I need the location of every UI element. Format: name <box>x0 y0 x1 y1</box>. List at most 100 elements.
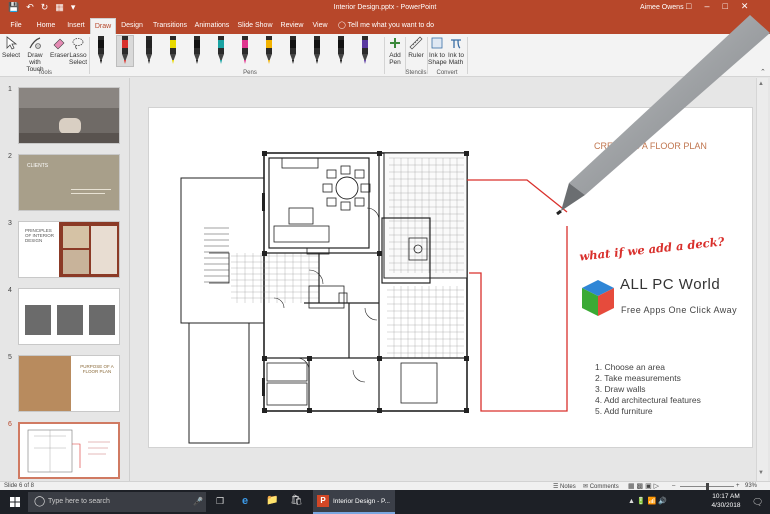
close-icon[interactable]: ✕ <box>741 1 749 12</box>
view-buttons[interactable]: ▦ ▩ ▣ ▷ <box>628 482 659 490</box>
list-item: 3. Draw walls <box>595 384 646 394</box>
powerpoint-icon: P <box>317 495 329 507</box>
notes-button[interactable]: ☰ Notes <box>553 483 576 490</box>
add-pen-label: Add Pen <box>389 52 401 66</box>
slide-thumbnail-2[interactable]: CLIENTS <box>18 154 120 211</box>
select-button[interactable]: Select <box>2 36 20 59</box>
file-explorer-icon[interactable]: 📁 <box>266 495 278 506</box>
pen-12-icon[interactable] <box>357 36 373 66</box>
zoom-slider-thumb[interactable] <box>706 483 709 490</box>
pen-6-icon[interactable] <box>213 36 229 66</box>
scroll-up-icon[interactable]: ▲ <box>758 81 764 87</box>
slide-thumbnail-3[interactable]: PRINCIPLES OF INTERIOR DESIGN <box>18 221 120 278</box>
slide-thumbnail-4[interactable] <box>18 288 120 345</box>
slide-number: 6 <box>8 421 12 428</box>
tab-review[interactable]: Review <box>278 18 306 34</box>
pen-2-icon[interactable] <box>116 35 134 67</box>
ink-to-shape-label: Ink to Shape <box>428 52 447 66</box>
ribbon-display-icon[interactable]: □ <box>686 1 691 12</box>
tab-design[interactable]: Design <box>118 18 146 34</box>
thumb-figure <box>59 118 81 134</box>
watermark-brand: ALL PC World <box>620 276 721 293</box>
thumb-title: CLIENTS <box>27 163 49 169</box>
slide-thumbnail-5[interactable]: PURPOSE OF A FLOOR PLAN <box>18 355 120 412</box>
touch-draw-icon <box>29 37 41 49</box>
ink-to-math-button[interactable]: Ink to Math <box>447 36 465 66</box>
action-center-icon[interactable]: 🗨 <box>752 497 763 508</box>
tab-insert[interactable]: Insert <box>62 18 90 34</box>
lasso-icon <box>72 38 84 50</box>
zoom-level[interactable]: 93% <box>745 483 757 489</box>
ribbon-separator <box>89 37 90 74</box>
ink-to-math-label: Ink to Math <box>448 52 464 66</box>
taskbar-app-powerpoint[interactable]: P Interior Design - P... <box>313 490 395 514</box>
list-item: 1. Choose an area <box>595 362 665 372</box>
slide-number: 3 <box>8 220 12 227</box>
cursor-icon <box>6 36 18 50</box>
thumb-photo <box>19 356 71 411</box>
list-item: 5. Add furniture <box>595 406 653 416</box>
comments-button[interactable]: ✉ Comments <box>583 483 619 490</box>
pen-5-icon[interactable] <box>189 36 205 66</box>
lasso-select-button[interactable]: Lasso Select <box>69 36 87 66</box>
slide-thumbnail-6[interactable] <box>18 422 120 479</box>
scroll-down-icon[interactable]: ▼ <box>758 470 764 476</box>
pen-1-icon[interactable] <box>93 36 109 66</box>
pen-11-icon[interactable] <box>333 36 349 66</box>
thumb-block <box>57 305 83 335</box>
task-view-icon[interactable]: ❐ <box>216 496 224 507</box>
tab-animations[interactable]: Animations <box>192 18 232 34</box>
ribbon-separator <box>384 37 385 74</box>
tools-group-label: Tools <box>37 70 52 76</box>
tab-slide-show[interactable]: Slide Show <box>235 18 275 34</box>
lightbulb-icon: ◯ <box>338 22 346 29</box>
ruler-button[interactable]: Ruler <box>407 36 425 59</box>
vertical-scrollbar[interactable]: ▲ ▼ <box>756 78 768 481</box>
tab-file[interactable]: File <box>4 18 28 34</box>
windows-start-icon[interactable] <box>10 497 20 507</box>
user-name[interactable]: Aimee Owens <box>640 4 684 11</box>
steps-list: 1. Choose an area 2. Take measurements 3… <box>595 362 701 417</box>
tab-home[interactable]: Home <box>32 18 60 34</box>
tab-view[interactable]: View <box>308 18 332 34</box>
tell-me-search[interactable]: ◯ Tell me what you want to do <box>338 21 434 29</box>
thumb-title: PRINCIPLES OF INTERIOR DESIGN <box>25 228 54 243</box>
clock-date[interactable]: 4/30/2018 <box>710 502 742 509</box>
system-tray-icons[interactable]: ▲ 🔋 📶 🔊 <box>628 497 667 505</box>
list-item: 2. Take measurements <box>595 373 681 383</box>
store-icon[interactable]: 🛍 <box>290 495 303 506</box>
pen-10-icon[interactable] <box>309 36 325 66</box>
taskbar-app-label: Interior Design - P... <box>333 498 390 505</box>
pen-9-icon[interactable] <box>285 36 301 66</box>
pen-3-icon[interactable] <box>141 36 157 66</box>
clock-time[interactable]: 10:17 AM <box>712 493 740 500</box>
thumb-photo <box>91 226 117 274</box>
minimize-icon[interactable]: – <box>704 1 709 12</box>
eraser-label: Eraser <box>50 52 70 59</box>
eraser-button[interactable]: Eraser <box>50 36 70 59</box>
slide-thumbnails-pane[interactable]: 1 2 CLIENTS 3 PRINCIPLES OF INTERIOR DES… <box>0 78 130 481</box>
pen-7-icon[interactable] <box>237 36 253 66</box>
edge-browser-icon[interactable]: e <box>242 495 248 507</box>
tab-transitions[interactable]: Transitions <box>150 18 190 34</box>
slide-thumbnail-1[interactable] <box>18 87 120 144</box>
zoom-out-icon[interactable]: – <box>672 483 675 489</box>
taskbar-search-box[interactable]: ◯ Type here to search 🎤 <box>28 492 206 512</box>
pen-4-icon[interactable] <box>165 36 181 66</box>
thumb-photo <box>63 226 89 248</box>
tab-draw[interactable]: Draw <box>90 18 116 34</box>
ink-to-shape-icon <box>431 37 443 49</box>
watermark-logo <box>580 278 616 320</box>
slide-indicator: Slide 6 of 8 <box>4 483 35 489</box>
add-pen-button[interactable]: Add Pen <box>386 36 404 66</box>
ribbon-separator <box>405 37 406 74</box>
search-icon: ◯ <box>34 496 46 507</box>
microphone-icon[interactable]: 🎤 <box>193 497 203 506</box>
draw-with-touch-button[interactable]: Draw with Touch <box>22 36 48 73</box>
maximize-icon[interactable]: □ <box>722 1 727 12</box>
zoom-in-icon[interactable]: + <box>736 483 740 489</box>
ink-to-shape-button[interactable]: Ink to Shape <box>428 36 447 66</box>
thumb-floor <box>19 133 119 143</box>
ruler-icon <box>409 36 423 50</box>
pen-8-icon[interactable] <box>261 36 277 66</box>
